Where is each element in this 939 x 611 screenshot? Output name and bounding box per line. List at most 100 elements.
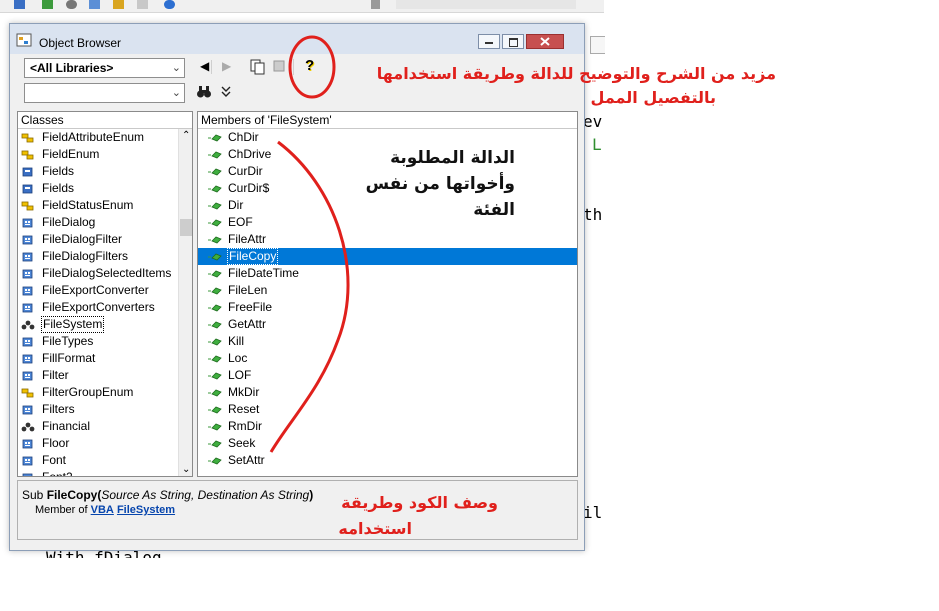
description-annotation-line: وصف الكود وطريقة [341, 493, 498, 512]
member-item[interactable]: FreeFile [198, 299, 577, 316]
class-item[interactable]: FileDialogFilter [21, 231, 176, 248]
member-signature: Sub FileCopy(Source As String, Destinati… [22, 488, 313, 502]
class-item[interactable]: Font [21, 452, 176, 469]
method-icon [208, 132, 223, 143]
go-back-icon[interactable]: ◀ [200, 59, 209, 73]
method-icon [208, 234, 223, 245]
member-item[interactable]: MkDir [198, 384, 577, 401]
dropdown-icon[interactable] [371, 0, 380, 9]
toolbar-divider [211, 60, 212, 74]
class-item[interactable]: Font2 [21, 469, 176, 476]
help-question-icon: ? [305, 57, 315, 74]
class-icon [21, 302, 36, 313]
help-button[interactable]: ? [302, 57, 318, 75]
member-item[interactable]: Seek [198, 435, 577, 452]
member-item[interactable]: Kill [198, 333, 577, 350]
library-selected: <All Libraries> [30, 61, 114, 75]
member-item[interactable]: FileCopy [198, 248, 577, 265]
method-icon [208, 353, 223, 364]
code-fragment: il [583, 503, 603, 522]
class-item-label: FillFormat [42, 351, 96, 365]
search-text-dropdown[interactable]: ⌄ [24, 83, 185, 103]
class-item[interactable]: Filters [21, 401, 176, 418]
method-icon [208, 370, 223, 381]
scrollbar-thumb[interactable] [180, 219, 192, 236]
class-item[interactable]: FileDialog [21, 214, 176, 231]
go-forward-icon[interactable]: ▶ [222, 59, 231, 73]
help-icon[interactable] [164, 0, 175, 9]
settings-icon[interactable] [66, 0, 77, 9]
class-item[interactable]: FilterGroupEnum [21, 384, 176, 401]
class-item[interactable]: FieldEnum [21, 146, 176, 163]
class-item[interactable]: FieldAttributeEnum [21, 129, 176, 146]
class-icon [21, 353, 36, 364]
member-item-label: Reset [228, 402, 260, 416]
library-dropdown[interactable]: <All Libraries> ⌄ [24, 58, 185, 78]
class-item-label: FilterGroupEnum [42, 385, 134, 399]
title-bar[interactable]: Object Browser [10, 24, 584, 54]
member-item-label: RmDir [228, 419, 262, 433]
scroll-down-icon[interactable]: ⌄ [182, 464, 190, 475]
class-item[interactable]: FileExportConverters [21, 299, 176, 316]
class-item[interactable]: FillFormat [21, 350, 176, 367]
member-item[interactable]: RmDir [198, 418, 577, 435]
member-item[interactable]: LOF [198, 367, 577, 384]
method-icon [208, 302, 223, 313]
class-item[interactable]: Fields [21, 163, 176, 180]
method-icon [208, 319, 223, 330]
method-icon [208, 285, 223, 296]
close-icon[interactable] [137, 0, 148, 9]
save-icon[interactable] [14, 0, 25, 9]
folder-icon[interactable] [113, 0, 124, 9]
member-item-label: ChDrive [228, 147, 272, 161]
toggle-search-results-icon[interactable] [220, 85, 232, 99]
class-item[interactable]: FileDialogFilters [21, 248, 176, 265]
library-link[interactable]: VBA [91, 504, 114, 516]
classes-scrollbar[interactable]: ⌃ ⌄ [178, 129, 192, 476]
class-item[interactable]: Floor [21, 435, 176, 452]
enum-icon [21, 132, 36, 143]
method-icon [208, 268, 223, 279]
member-item[interactable]: GetAttr [198, 316, 577, 333]
member-item[interactable]: FileDateTime [198, 265, 577, 282]
member-item-label: CurDir$ [228, 181, 270, 195]
class-link[interactable]: FileSystem [117, 504, 175, 516]
member-item[interactable]: SetAttr [198, 452, 577, 469]
minimize-button[interactable] [478, 34, 500, 49]
maximize-button[interactable] [502, 34, 524, 49]
class-icon [21, 251, 36, 262]
help-annotation-line: بالتفصيل الممل [590, 88, 716, 107]
insert-icon[interactable] [42, 0, 53, 9]
class-item-label: Financial [42, 419, 91, 433]
member-item-label: FileCopy [227, 248, 279, 265]
class-icon [21, 404, 36, 415]
properties-icon[interactable] [89, 0, 100, 9]
member-item[interactable]: FileAttr [198, 231, 577, 248]
object-browser-icon [16, 33, 32, 47]
class-item[interactable]: FileDialogSelectedItems [21, 265, 176, 282]
class-icon [21, 438, 36, 449]
class-item-label: FileDialogFilters [42, 249, 129, 263]
scroll-up-icon[interactable]: ⌃ [182, 130, 190, 141]
member-item[interactable]: FileLen [198, 282, 577, 299]
code-fragment: th [583, 205, 603, 224]
copy-icon[interactable] [249, 58, 266, 75]
class-item[interactable]: FileTypes [21, 333, 176, 350]
member-item[interactable]: ChDir [198, 129, 577, 146]
class-item[interactable]: FileExportConverter [21, 282, 176, 299]
close-button[interactable] [526, 34, 564, 49]
view-definition-icon[interactable] [271, 58, 287, 74]
toolbar-buttons-group [396, 0, 576, 9]
class-item[interactable]: Financial [21, 418, 176, 435]
method-icon [208, 404, 223, 415]
class-item[interactable]: FieldStatusEnum [21, 197, 176, 214]
class-item[interactable]: Fields [21, 180, 176, 197]
enum-icon [21, 200, 36, 211]
member-item[interactable]: Loc [198, 350, 577, 367]
class-item[interactable]: Filter [21, 367, 176, 384]
collection-icon [21, 183, 36, 194]
member-item[interactable]: Reset [198, 401, 577, 418]
binoculars-search-icon[interactable] [196, 84, 212, 100]
class-item[interactable]: FileSystem [21, 316, 176, 333]
method-icon [208, 200, 223, 211]
